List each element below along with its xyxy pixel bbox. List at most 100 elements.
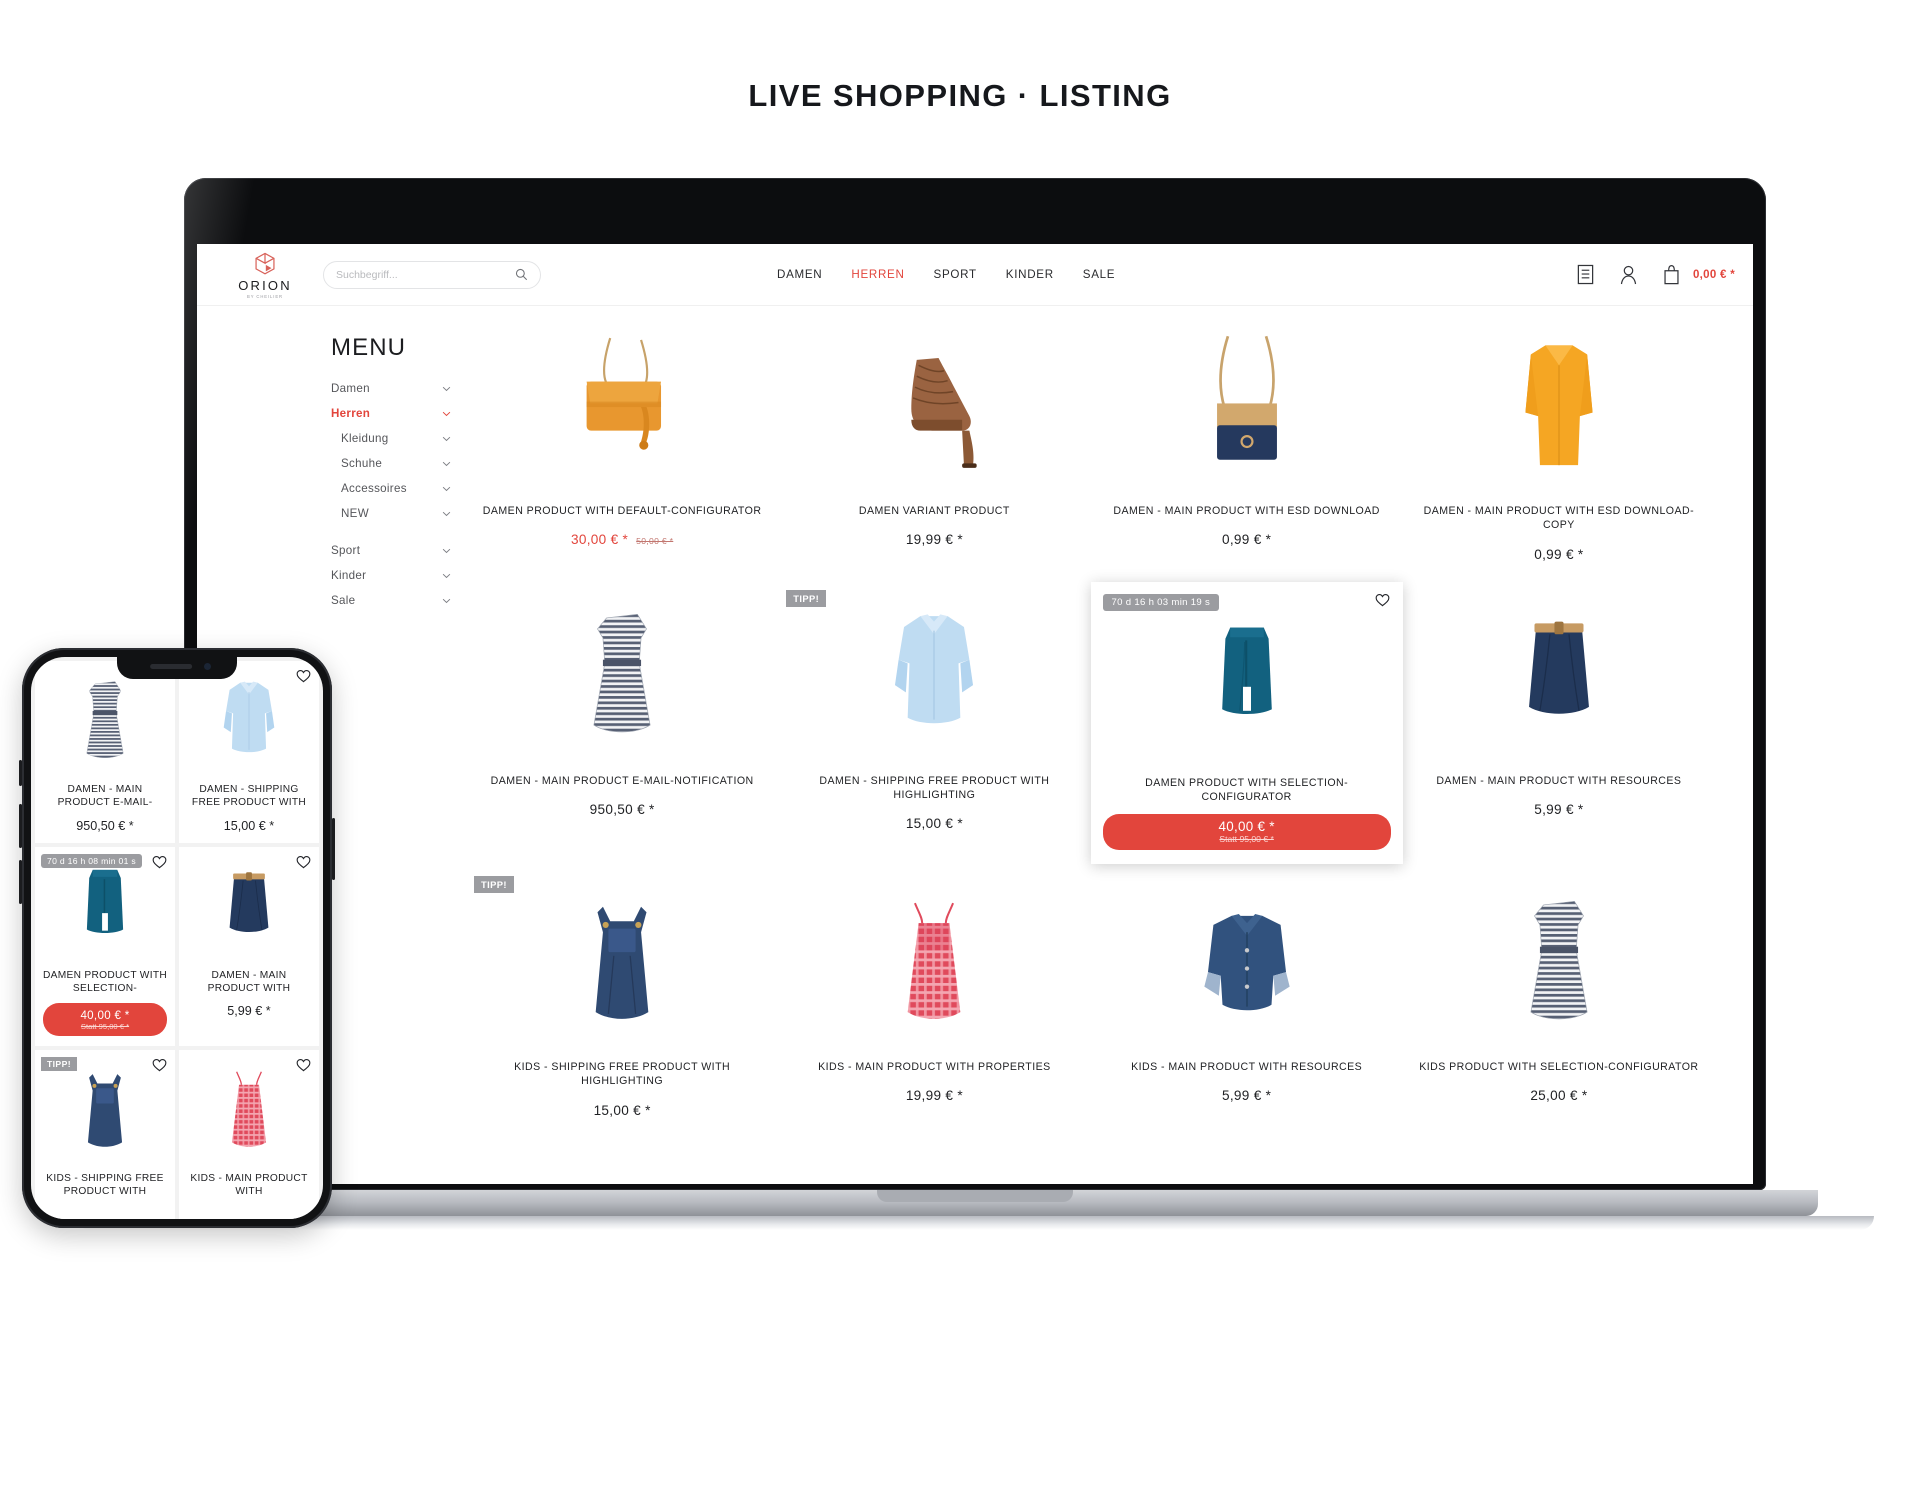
sidebar-item-label: Kleidung <box>341 432 389 445</box>
product-image-orange-shoulder-bag[interactable] <box>474 322 770 490</box>
phone-product-card[interactable]: DAMEN - MAIN PRODUCT WITH 5,99 € * <box>179 846 319 1046</box>
product-title: DAMEN - MAIN PRODUCT WITH ESD DOWNLOAD-C… <box>1423 505 1695 532</box>
product-card[interactable]: TIPP! KIDS - SHIPPING FREE PRODUCT WITH … <box>466 868 779 1134</box>
product-image-striped-dress[interactable] <box>474 592 770 760</box>
product-image-denim-dungaree-dress[interactable] <box>474 878 770 1046</box>
product-old-price: 50,00 € * <box>636 536 674 547</box>
product-image-teal-skirt[interactable] <box>41 855 169 959</box>
phone-product-card[interactable]: KIDS - MAIN PRODUCT WITH <box>179 1050 319 1219</box>
product-card[interactable]: KIDS - MAIN PRODUCT WITH RESOURCES 5,99 … <box>1090 868 1403 1134</box>
product-price-pill[interactable]: 40,00 € * Statt 95,00 € * <box>1102 814 1391 851</box>
product-image-striped-dress[interactable] <box>1411 878 1707 1046</box>
status-badge-tipp: TIPP! <box>786 589 827 607</box>
product-image-striped-dress[interactable] <box>41 669 169 773</box>
search-box[interactable] <box>323 260 541 289</box>
countdown-badge: 70 d 16 h 08 min 01 s <box>41 853 142 868</box>
product-title: KIDS - MAIN PRODUCT WITH PROPERTIES <box>818 1061 1051 1074</box>
sidebar-item-damen[interactable]: Damen <box>331 376 451 401</box>
phone-product-card[interactable]: TIPP! KIDS - SHIPPING FREE PRODUCT WITH <box>35 1050 175 1219</box>
product-image-navy-skirt-belt[interactable] <box>185 855 313 959</box>
product-grid: DAMEN PRODUCT WITH DEFAULT-CONFIGURATOR … <box>452 312 1753 1134</box>
product-card[interactable]: KIDS - MAIN PRODUCT WITH PROPERTIES 19,9… <box>778 868 1091 1134</box>
product-price: 950,50 € * <box>474 802 770 817</box>
product-image-brown-ankle-boot[interactable] <box>786 322 1082 490</box>
product-card[interactable]: TIPP! DAMEN - SHIPPING FREE PRODUCT WITH… <box>778 581 1091 865</box>
wishlist-heart-icon[interactable] <box>152 855 167 869</box>
sidebar-item-label: Herren <box>331 407 371 420</box>
product-image-red-check-dress[interactable] <box>786 878 1082 1046</box>
product-image-teal-skirt[interactable] <box>1101 594 1393 762</box>
product-title: KIDS - MAIN PRODUCT WITH <box>190 1173 308 1198</box>
product-price-value: 19,99 € * <box>905 532 963 548</box>
product-title: DAMEN - SHIPPING FREE PRODUCT WITH HIGHL… <box>819 774 1050 801</box>
sidebar-item-label: Sale <box>331 594 356 607</box>
sidebar-heading: MENU <box>331 334 407 361</box>
sidebar-item-accessoires[interactable]: Accessoires <box>331 476 451 501</box>
shopping-bag-icon[interactable] <box>1662 264 1681 285</box>
phone-product-card[interactable]: DAMEN - SHIPPING FREE PRODUCT WITH 15,00… <box>179 661 319 843</box>
nav-item-sport[interactable]: SPORT <box>934 268 977 281</box>
notepad-icon[interactable] <box>1576 264 1595 285</box>
product-price: 15,00 € * <box>786 816 1082 831</box>
product-image-orange-cardigan[interactable] <box>1411 322 1707 490</box>
wishlist-heart-icon[interactable] <box>296 1058 311 1072</box>
product-price-value: 950,50 € * <box>589 801 655 817</box>
user-icon[interactable] <box>1619 264 1638 285</box>
product-title: KIDS - MAIN PRODUCT WITH RESOURCES <box>1131 1061 1363 1074</box>
wishlist-heart-icon[interactable] <box>1375 593 1390 607</box>
nav-item-sale[interactable]: SALE <box>1083 268 1115 281</box>
product-price: 19,99 € * <box>786 532 1082 547</box>
sidebar-item-sport[interactable]: Sport <box>331 538 451 563</box>
cart-total[interactable]: 0,00 € * <box>1693 269 1735 281</box>
search-input[interactable] <box>336 268 515 281</box>
product-title: KIDS - SHIPPING FREE PRODUCT WITH HIGHLI… <box>514 1061 731 1088</box>
product-image-navy-skirt-belt[interactable] <box>1411 592 1707 760</box>
product-card[interactable]: DAMEN - MAIN PRODUCT WITH ESD DOWNLOAD-C… <box>1402 312 1715 578</box>
product-title: DAMEN PRODUCT WITH DEFAULT-CONFIGURATOR <box>482 505 762 517</box>
search-icon[interactable] <box>515 268 528 281</box>
sidebar-item-new[interactable]: NEW <box>331 501 451 526</box>
product-price-value: 40,00 € * <box>80 1009 130 1022</box>
chevron-down-icon <box>442 461 451 466</box>
product-price: 5,99 € * <box>1099 1088 1395 1103</box>
product-old-price: Statt 95,00 € * <box>1219 834 1274 845</box>
product-image-denim-jacket[interactable] <box>1099 878 1395 1046</box>
product-card[interactable]: DAMEN - MAIN PRODUCT WITH ESD DOWNLOAD 0… <box>1090 312 1403 578</box>
wishlist-heart-icon[interactable] <box>152 1058 167 1072</box>
sidebar-item-sale[interactable]: Sale <box>331 588 451 613</box>
product-card-highlighted[interactable]: 70 d 16 h 03 min 19 s DAMEN PRODUCT WITH… <box>1090 581 1403 865</box>
laptop-foot <box>76 1216 1874 1230</box>
phone-product-card[interactable]: DAMEN - MAIN PRODUCT E-MAIL- 950,50 € * <box>35 661 175 843</box>
product-price-value: 19,99 € * <box>905 1088 963 1104</box>
nav-item-herren[interactable]: HERREN <box>851 268 904 281</box>
product-price-pill[interactable]: 40,00 € * Statt 95,00 € * <box>43 1003 167 1036</box>
product-image-denim-dungaree-dress[interactable] <box>41 1058 169 1162</box>
product-card[interactable]: DAMEN - MAIN PRODUCT E-MAIL-NOTIFICATION… <box>466 581 779 865</box>
sidebar-item-schuhe[interactable]: Schuhe <box>331 451 451 476</box>
product-card[interactable]: DAMEN VARIANT PRODUCT 19,99 € * <box>778 312 1091 578</box>
phone-button-volume-up <box>19 804 22 848</box>
product-price-value: 15,00 € * <box>593 1102 651 1118</box>
wishlist-heart-icon[interactable] <box>296 855 311 869</box>
product-card[interactable]: DAMEN PRODUCT WITH DEFAULT-CONFIGURATOR … <box>466 312 779 578</box>
sidebar-item-herren[interactable]: Herren <box>331 401 451 426</box>
product-card[interactable]: DAMEN - MAIN PRODUCT WITH RESOURCES 5,99… <box>1402 581 1715 865</box>
sidebar-item-kleidung[interactable]: Kleidung <box>331 426 451 451</box>
screenshot-root: LIVE SHOPPING · LISTING ORION BY CHEILIE… <box>0 0 1920 1485</box>
product-image-red-check-dress[interactable] <box>185 1058 313 1162</box>
site-logo[interactable]: ORION BY CHEILIER <box>219 251 311 299</box>
product-image-light-blue-blouse[interactable] <box>786 592 1082 760</box>
product-price: 5,99 € * <box>227 1004 271 1018</box>
nav-item-damen[interactable]: DAMEN <box>777 268 822 281</box>
wishlist-heart-icon[interactable] <box>296 669 311 683</box>
product-image-navy-tan-tote-bag[interactable] <box>1099 322 1395 490</box>
sidebar-item-kinder[interactable]: Kinder <box>331 563 451 588</box>
product-image-light-blue-blouse[interactable] <box>185 669 313 773</box>
product-price: 15,00 € * <box>223 818 275 833</box>
phone-product-card-highlighted[interactable]: 70 d 16 h 08 min 01 s DAMEN PRODUCT WITH… <box>35 846 175 1046</box>
product-card[interactable]: KIDS PRODUCT WITH SELECTION-CONFIGURATOR… <box>1402 868 1715 1134</box>
laptop-mockup: ORION BY CHEILIER DAMEN HERREN SPORT KIN… <box>76 178 1874 1248</box>
nav-item-kinder[interactable]: KINDER <box>1006 268 1054 281</box>
chevron-down-icon <box>442 486 451 491</box>
shop-body: MENU Damen Herren Kleidung Schuhe Access… <box>197 306 1753 1134</box>
